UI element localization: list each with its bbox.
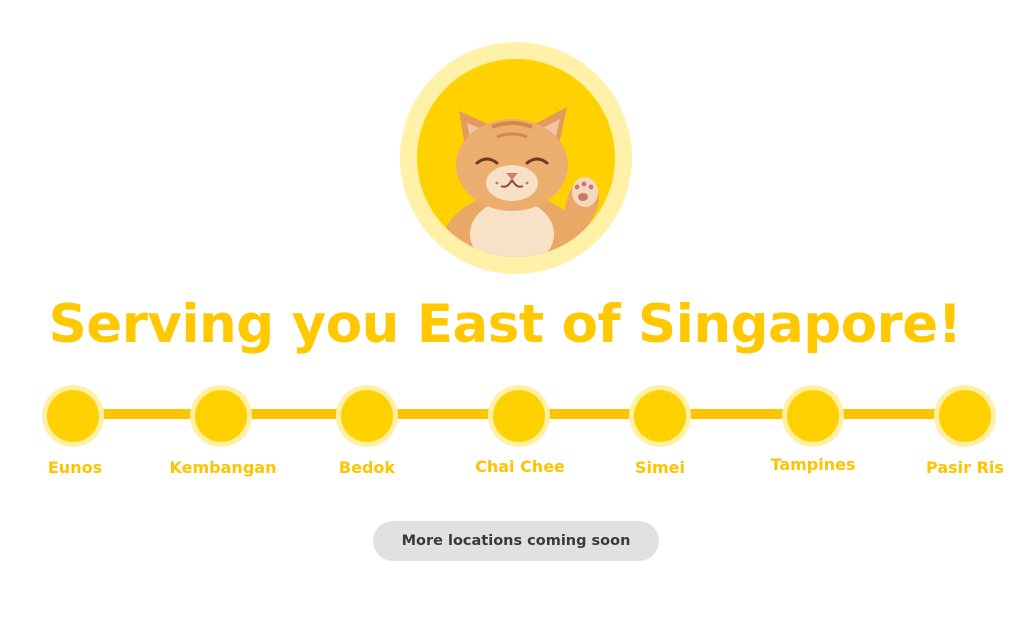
stop-label: Pasir Ris [926, 458, 1004, 477]
route-stop-chai-chee[interactable] [488, 385, 550, 447]
stop-label: Kembangan [169, 458, 277, 477]
more-locations-button[interactable]: More locations coming soon [373, 521, 659, 561]
route-stop-pasir-ris[interactable] [934, 385, 996, 447]
route-stop-bedok[interactable] [336, 385, 398, 447]
stop-label: Chai Chee [475, 457, 565, 476]
stop-dot [341, 390, 393, 442]
stop-dot [47, 390, 99, 442]
hero-badge [400, 42, 632, 274]
stop-dot [195, 390, 247, 442]
stop-label: Tampines [770, 455, 856, 474]
route-stop-simei[interactable] [629, 385, 691, 447]
stop-label: Eunos [47, 458, 103, 477]
page-title: Serving you East of Singapore! [48, 294, 962, 355]
route-stop-kembangan[interactable] [190, 385, 252, 447]
cat-illustration [442, 107, 600, 257]
stop-label: Bedok [338, 458, 396, 477]
hero-disc [417, 59, 615, 257]
stop-label: Simei [634, 458, 685, 477]
stop-dot [939, 390, 991, 442]
stop-dot [787, 390, 839, 442]
stop-dot [493, 390, 545, 442]
route-stop-eunos[interactable] [42, 385, 104, 447]
stop-dot [634, 390, 686, 442]
route-stop-tampines[interactable] [782, 385, 844, 447]
